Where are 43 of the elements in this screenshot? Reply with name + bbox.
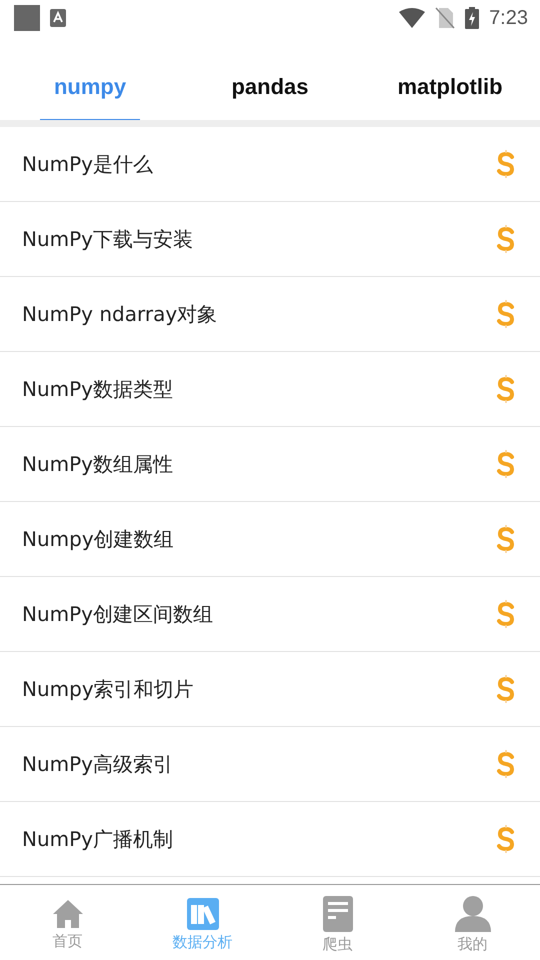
no-sim-icon <box>435 7 456 29</box>
tab[interactable]: pandas <box>217 54 323 120</box>
app-icon <box>14 5 40 31</box>
dollar-icon <box>496 449 516 479</box>
lesson-row[interactable]: NumPy数据类型 <box>0 352 540 427</box>
status-time: 7:23 <box>489 6 528 30</box>
dollar-icon <box>496 749 516 779</box>
dollar-icon <box>496 524 516 554</box>
lesson-title: NumPy数组属性 <box>22 450 174 478</box>
document-icon <box>322 896 352 932</box>
lesson-row[interactable]: NumPy创建区间数组 <box>0 577 540 652</box>
wifi-icon <box>399 8 426 28</box>
dollar-icon <box>496 674 516 704</box>
dollar-icon <box>496 224 516 254</box>
lesson-row[interactable]: Numpy创建数组 <box>0 502 540 577</box>
dollar-icon <box>496 374 516 404</box>
lesson-row[interactable]: NumPy数组属性 <box>0 427 540 502</box>
person-icon <box>454 896 490 932</box>
lesson-title: NumPy数据类型 <box>22 376 174 402</box>
tab[interactable]: matplotlib <box>383 54 517 120</box>
home-icon <box>52 898 84 928</box>
dollar-icon <box>496 299 516 329</box>
books-icon <box>186 898 218 930</box>
lesson-row[interactable]: NumPy下载与安装 <box>0 202 540 277</box>
lesson-title: NumPy是什么 <box>22 150 154 178</box>
lesson-row[interactable]: NumPy ndarray对象 <box>0 277 540 352</box>
lesson-title: Numpy索引和切片 <box>22 676 195 702</box>
lesson-row[interactable]: NumPy广播机制 <box>0 802 540 877</box>
lesson-title: NumPy广播机制 <box>22 826 174 852</box>
lesson-row[interactable]: Numpy索引和切片 <box>0 652 540 727</box>
lesson-title: NumPy下载与安装 <box>22 226 194 252</box>
dollar-icon <box>496 824 516 854</box>
lesson-row[interactable]: NumPy是什么 <box>0 127 540 202</box>
lesson-row[interactable]: NumPy高级索引 <box>0 727 540 802</box>
lesson-title: NumPy高级索引 <box>22 750 174 778</box>
battery-icon <box>465 7 480 29</box>
lesson-title: NumPy ndarray对象 <box>22 300 218 328</box>
lesson-title: Numpy创建数组 <box>22 526 175 552</box>
tab[interactable]: numpy <box>40 54 140 120</box>
keyboard-icon <box>50 9 66 27</box>
dollar-icon <box>496 149 516 179</box>
lesson-title: NumPy创建区间数组 <box>22 600 214 628</box>
dollar-icon <box>496 599 516 629</box>
